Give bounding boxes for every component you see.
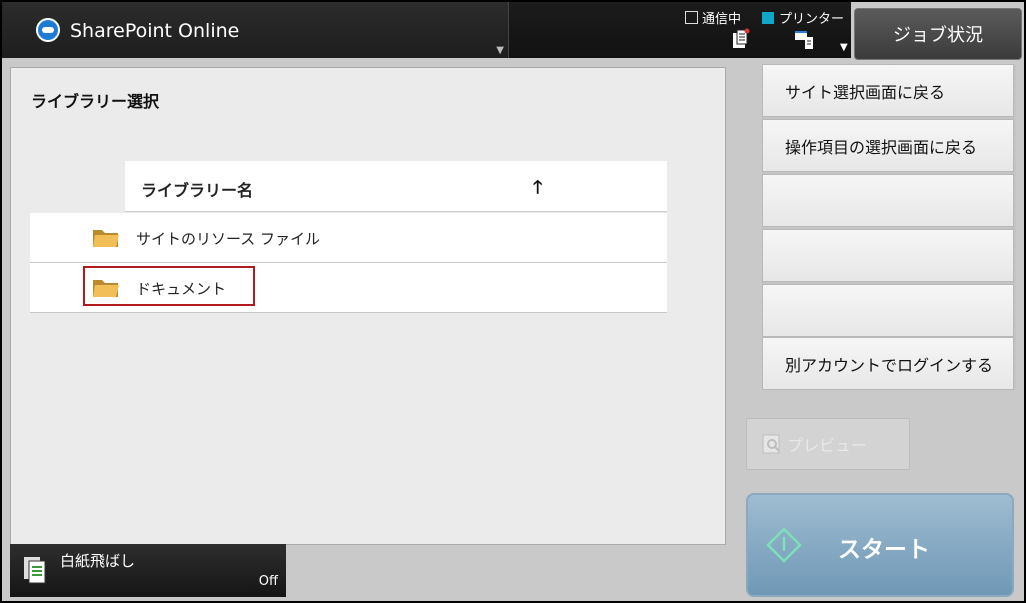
page-title: ライブラリー選択 [31,92,160,111]
folder-icon [93,230,119,247]
library-row-label: ドキュメント [136,280,227,298]
side-menu-empty-button-2 [762,229,1014,282]
app-header[interactable]: SharePoint Online ▼ [2,2,509,58]
back-to-site-select-button[interactable]: サイト選択画面に戻る [762,64,1014,117]
blank-page-skip-setting[interactable]: 白紙飛ばし Off [10,544,286,597]
preview-magnifier-icon [762,434,780,454]
start-button[interactable]: スタート [746,493,1014,597]
chevron-down-icon[interactable]: ▼ [496,45,504,56]
column-header-library-name: ライブラリー名 [141,181,254,200]
sharepoint-cloud-icon [36,18,60,42]
side-menu: サイト選択画面に戻る 操作項目の選択画面に戻る 別アカウントでログインする [762,64,1016,390]
document-comm-icon [733,28,750,48]
printer-indicator [762,11,774,24]
status-comm: 通信中 [685,8,741,27]
start-label: スタート [838,537,930,563]
job-status-button[interactable]: ジョブ状況 [854,8,1022,60]
library-row-site-resources[interactable]: サイトのリソース ファイル [30,213,667,263]
preview-button[interactable]: プレビュー [746,418,910,470]
chevron-down-icon[interactable]: ▼ [840,42,848,53]
screen: SharePoint Online ▼ 通信中 プリンター ▼ ジョブ状況 ライ… [2,2,1024,601]
library-row-documents[interactable]: ドキュメント [30,263,667,313]
preview-label: プレビュー [787,436,868,455]
blank-skip-label: 白紙飛ばし [60,552,136,570]
app-title: SharePoint Online [70,20,240,42]
status-printer-label: プリンター [779,12,845,27]
status-area: 通信中 プリンター ▼ [509,2,851,58]
status-comm-label: 通信中 [702,12,742,27]
login-other-account-button[interactable]: 別アカウントでログインする [762,337,1014,390]
side-menu-empty-button-3 [762,284,1014,337]
comm-indicator [685,11,698,24]
library-table-header[interactable]: ライブラリー名 🡑 [125,161,667,212]
blank-skip-value: Off [258,574,278,589]
library-panel: ライブラリー選択 ライブラリー名 🡑 サイトのリソース ファイル ドキュメント [10,67,726,545]
folder-icon [93,280,119,297]
blank-page-skip-icon [24,557,46,584]
sort-ascending-icon[interactable]: 🡑 [533,175,542,205]
start-diamond-icon [766,527,802,563]
back-to-operation-select-button[interactable]: 操作項目の選択画面に戻る [762,119,1014,172]
library-row-label: サイトのリソース ファイル [136,230,321,248]
printer-icon [795,31,813,49]
side-menu-empty-button-1 [762,174,1014,227]
status-printer: プリンター [762,8,844,27]
